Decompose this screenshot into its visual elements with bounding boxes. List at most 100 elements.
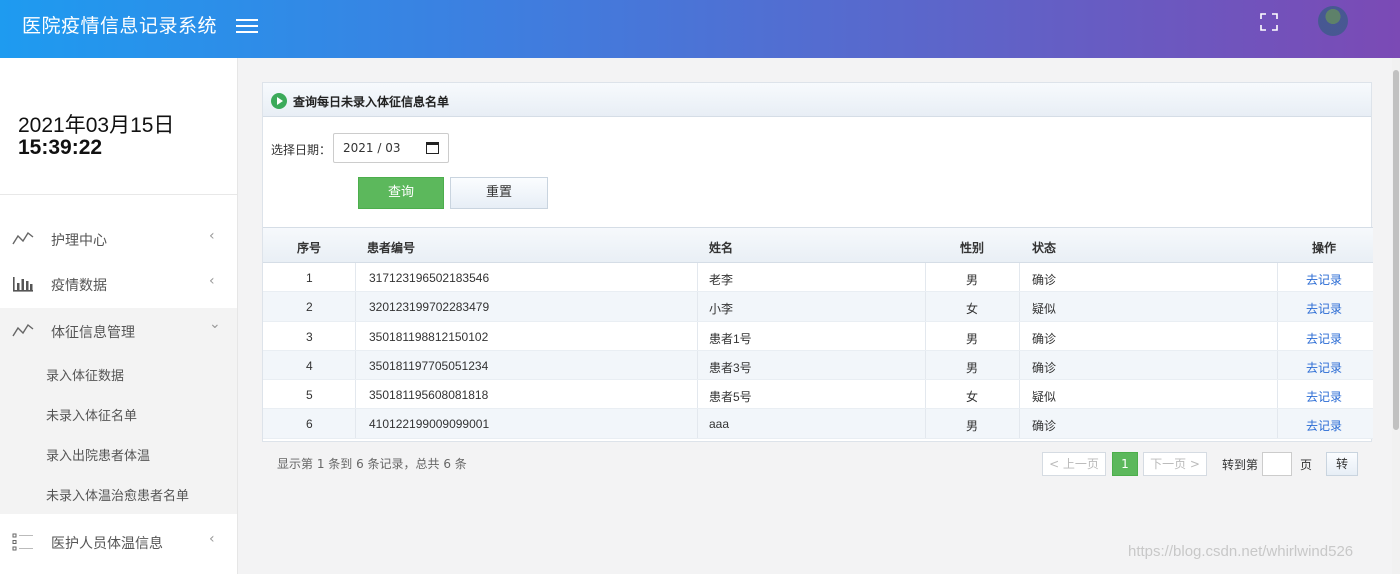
next-page-button[interactable]: 下一页 > (1143, 452, 1207, 476)
cell-no: 1 (306, 271, 313, 285)
pager-info: 显示第 1 条到 6 条记录，总共 6 条 (277, 457, 467, 471)
column-divider (355, 380, 356, 409)
cell-no: 5 (306, 388, 313, 403)
record-link[interactable]: 去记录 (1306, 300, 1342, 317)
sidebar-item-vital-signs[interactable]: 体征信息管理 ⌄ (0, 308, 237, 354)
page-unit-label: 页 (1300, 458, 1313, 472)
col-header-no: 序号 (297, 241, 322, 255)
column-divider (697, 292, 698, 321)
cell-status: 确诊 (1032, 360, 1057, 375)
column-divider (355, 409, 356, 438)
sidebar: 2021年03月15日 15:39:22 护理中心 ‹ 疫情数据 ‹ 体征信息管… (0, 58, 238, 574)
col-header-name: 姓名 (709, 241, 734, 255)
cell-name: 患者5号 (709, 390, 752, 405)
cell-name: aaa (709, 417, 730, 432)
column-divider (1277, 350, 1278, 380)
column-divider (355, 350, 356, 380)
scrollbar-thumb[interactable] (1393, 70, 1399, 430)
cell-no: 3 (306, 329, 313, 344)
cell-patient-id: 317123196502183546 (369, 271, 490, 285)
sidebar-item-staff-temp[interactable]: 医护人员体温信息 ‹ (0, 519, 237, 565)
record-link[interactable]: 去记录 (1306, 330, 1342, 347)
table-row: 3 350181198812150102 患者1号 男 确诊 去记录 (263, 321, 1373, 351)
fullscreen-icon[interactable] (1259, 12, 1279, 32)
col-header-status: 状态 (1032, 241, 1057, 255)
chevron-down-icon: ⌄ (209, 316, 221, 332)
column-divider (1277, 321, 1278, 350)
record-link[interactable]: 去记录 (1306, 388, 1342, 405)
list-icon (12, 533, 33, 551)
date-input[interactable]: 2021 / 03 (333, 133, 449, 163)
column-divider (1019, 409, 1020, 438)
top-header: 医院疫情信息记录系统 (0, 0, 1400, 58)
table-row: 4 350181197705051234 患者3号 男 确诊 去记录 (263, 350, 1373, 381)
column-divider (925, 350, 926, 380)
app-title: 医院疫情信息记录系统 (22, 15, 218, 37)
column-divider (697, 380, 698, 409)
cell-patient-id: 350181198812150102 (369, 329, 489, 344)
column-divider (1019, 263, 1020, 292)
panel-header: 查询每日未录入体征信息名单 (263, 83, 1371, 117)
sidebar-item-label: 护理中心 (51, 233, 107, 249)
cell-patient-id: 410122199009099001 (369, 417, 490, 432)
column-divider (355, 263, 356, 292)
goto-page-input[interactable] (1262, 452, 1292, 476)
col-header-gender: 性别 (960, 241, 985, 255)
cell-status: 疑似 (1032, 390, 1057, 405)
column-divider (355, 321, 356, 350)
sidebar-item-epidemic-data[interactable]: 疫情数据 ‹ (0, 261, 237, 307)
column-divider (925, 409, 926, 438)
record-link[interactable]: 去记录 (1306, 359, 1342, 376)
chevron-left-icon: ‹ (209, 273, 215, 289)
submenu-unrecorded-list[interactable]: 未录入体征名单 (0, 394, 237, 434)
date-value: 2021 / 03 (343, 141, 401, 155)
user-avatar-icon[interactable] (1318, 6, 1348, 36)
record-link[interactable]: 去记录 (1306, 271, 1342, 288)
column-divider (1277, 263, 1278, 292)
cell-name: 小李 (709, 302, 734, 317)
reset-button[interactable]: 重置 (450, 177, 548, 209)
hamburger-icon[interactable] (236, 15, 258, 37)
go-button[interactable]: 转 (1326, 452, 1358, 476)
calendar-icon[interactable] (426, 142, 439, 154)
cell-gender: 男 (966, 419, 979, 434)
col-header-action: 操作 (1312, 241, 1337, 255)
cell-patient-id: 350181195608081818 (369, 388, 489, 403)
cell-status: 确诊 (1032, 419, 1057, 434)
submenu-label: 录入体征数据 (46, 369, 125, 384)
column-divider (1277, 292, 1278, 321)
bar-chart-icon (13, 277, 33, 292)
line-chart-icon (12, 231, 34, 245)
column-divider (697, 321, 698, 350)
table-row: 2 320123199702283479 小李 女 疑似 去记录 (263, 292, 1373, 322)
column-divider (697, 409, 698, 438)
cell-gender: 男 (966, 331, 979, 346)
table-header: 序号 患者编号 姓名 性别 状态 操作 (263, 227, 1373, 263)
column-divider (925, 321, 926, 350)
clock-panel: 2021年03月15日 15:39:22 (0, 58, 237, 195)
column-divider (1277, 409, 1278, 438)
patient-table: 序号 患者编号 姓名 性别 状态 操作 1 317123196502183546 老… (263, 227, 1373, 439)
submenu-record-vitals[interactable]: 录入体征数据 (0, 354, 237, 394)
cell-patient-id: 320123199702283479 (369, 300, 490, 315)
sidebar-item-label: 疫情数据 (51, 278, 107, 294)
cell-status: 确诊 (1032, 273, 1057, 287)
query-button[interactable]: 查询 (358, 177, 444, 209)
date-label: 选择日期： (271, 143, 332, 157)
submenu-discharged-temp[interactable]: 录入出院患者体温 (0, 434, 237, 474)
prev-page-button[interactable]: < 上一页 (1042, 452, 1106, 476)
table-row: 6 410122199009099001 aaa 男 确诊 去记录 (263, 409, 1373, 439)
page-1-button[interactable]: 1 (1112, 452, 1138, 476)
column-divider (697, 263, 698, 292)
query-panel: 查询每日未录入体征信息名单 选择日期： 2021 / 03 查询 重置 序号 患… (262, 82, 1373, 442)
column-divider (1019, 321, 1020, 350)
column-divider (925, 263, 926, 292)
submenu-label: 未录入体温治愈患者名单 (46, 489, 190, 504)
chevron-left-icon: ‹ (209, 531, 215, 547)
col-header-id: 患者编号 (367, 241, 416, 255)
sidebar-item-nursing-center[interactable]: 护理中心 ‹ (0, 216, 237, 262)
record-link[interactable]: 去记录 (1306, 417, 1342, 434)
submenu-cured-unrecorded[interactable]: 未录入体温治愈患者名单 (0, 474, 237, 514)
cell-gender: 女 (966, 302, 979, 317)
cell-no: 6 (306, 417, 313, 432)
